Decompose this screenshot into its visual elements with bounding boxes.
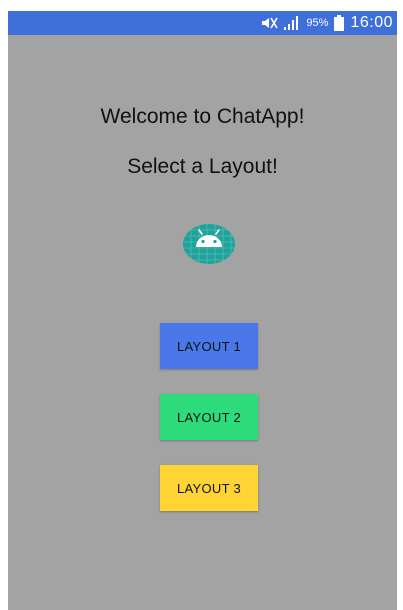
app-screen: 95% 16:00 Welcome to ChatApp! Select a L… xyxy=(8,11,397,610)
mute-icon xyxy=(260,16,279,30)
android-icon xyxy=(183,224,235,264)
layout-3-button[interactable]: LAYOUT 3 xyxy=(160,465,258,511)
status-time: 16:00 xyxy=(350,14,393,31)
status-bar: 95% 16:00 xyxy=(8,11,397,35)
select-layout-heading: Select a Layout! xyxy=(127,155,278,178)
layout-2-button[interactable]: LAYOUT 2 xyxy=(160,394,258,440)
battery-percent: 95% xyxy=(306,17,329,29)
signal-icon xyxy=(284,16,300,30)
welcome-heading: Welcome to ChatApp! xyxy=(100,105,305,128)
status-icons: 95% 16:00 xyxy=(260,11,393,35)
battery-icon xyxy=(334,15,345,31)
layout-1-button[interactable]: LAYOUT 1 xyxy=(160,323,258,369)
